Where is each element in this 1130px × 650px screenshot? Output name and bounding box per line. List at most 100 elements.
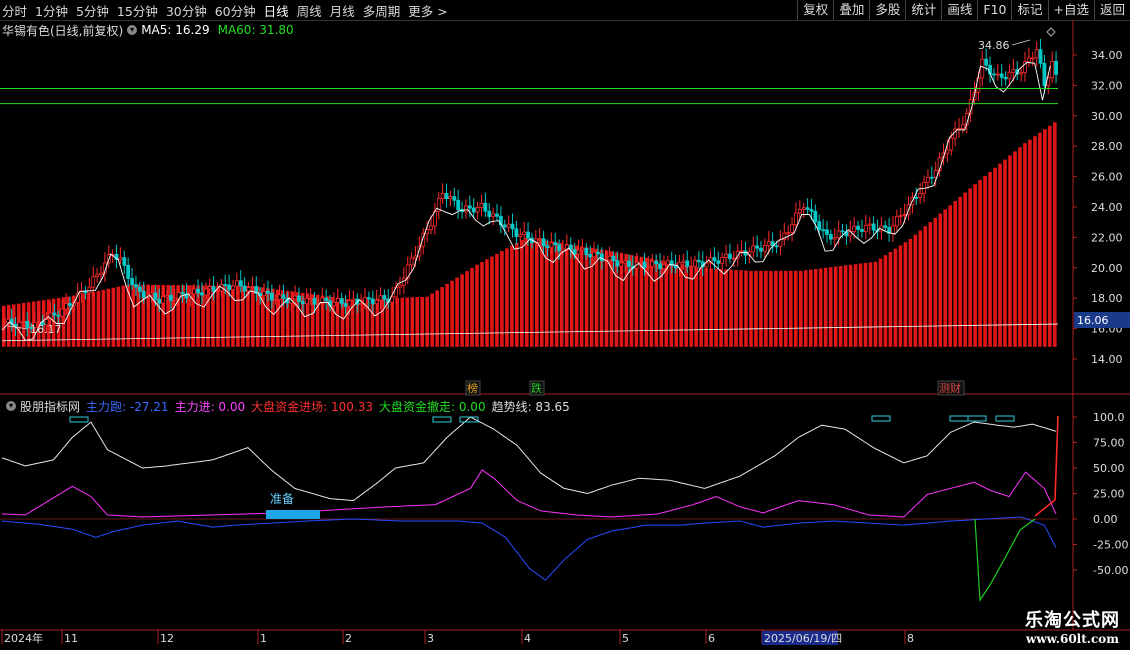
date-label: 1	[260, 632, 267, 645]
candle-body	[99, 272, 103, 276]
red-bar	[868, 262, 873, 347]
candle-body	[828, 234, 833, 240]
candle-body	[662, 264, 666, 269]
red-bar	[918, 230, 923, 347]
candle-body	[999, 73, 1004, 78]
red-bar	[420, 296, 425, 347]
candle-body	[467, 205, 472, 209]
candle-body	[335, 298, 340, 303]
candle-body	[308, 297, 313, 300]
red-bar	[530, 238, 534, 347]
high-pointer	[1011, 39, 1031, 46]
candle-body	[332, 301, 336, 307]
low-label: 16.17	[30, 323, 62, 336]
candle-body	[479, 202, 484, 208]
candle-body	[863, 224, 868, 232]
red-bar	[1038, 132, 1042, 347]
red-bar	[639, 256, 644, 347]
red-bar	[515, 242, 519, 347]
event-tag: 测财	[939, 381, 961, 395]
red-bar	[111, 287, 116, 347]
red-bar	[594, 248, 599, 347]
candle-body	[91, 276, 96, 288]
candle-body	[273, 299, 278, 302]
candle-body	[483, 202, 488, 212]
red-bar	[928, 222, 933, 347]
candle-body	[141, 291, 146, 298]
candle-body	[149, 292, 154, 296]
red-bar	[729, 269, 733, 347]
red-bar	[913, 234, 918, 347]
price-tick-label: 18.00	[1091, 292, 1123, 305]
signal-box	[69, 416, 89, 423]
date-label: 4	[524, 632, 531, 645]
red-bar	[988, 171, 992, 347]
kline-chart: 34.0032.0030.0028.0026.0024.0022.0020.00…	[0, 20, 1130, 645]
red-bar	[953, 201, 957, 347]
red-bar	[779, 270, 783, 347]
red-bar	[724, 269, 728, 347]
red-bar	[470, 267, 474, 347]
candle-body	[211, 286, 216, 292]
candle-body	[832, 237, 837, 240]
red-bar	[121, 285, 126, 347]
candle-body	[623, 260, 628, 264]
watermark-title: 乐淘公式网	[1025, 610, 1120, 631]
red-bar	[395, 297, 400, 347]
candle-body	[339, 298, 344, 304]
red-bar	[704, 268, 708, 347]
date-label: 11	[64, 632, 78, 645]
candle-body	[347, 300, 352, 307]
price-tick-label: 26.00	[1091, 171, 1123, 184]
candle-body	[207, 286, 212, 290]
price-tag-text: 16.06	[1077, 314, 1109, 327]
red-bar	[858, 263, 863, 347]
candle-body	[658, 263, 662, 269]
candle-body	[281, 294, 286, 299]
candle-body	[506, 223, 511, 228]
diamond-icon	[1046, 27, 1056, 37]
candle-body	[949, 137, 954, 151]
candle-body	[588, 254, 593, 258]
candle-body	[724, 253, 728, 258]
red-bar	[480, 262, 484, 347]
red-bar	[679, 264, 684, 347]
red-bar	[784, 270, 788, 347]
candle-body	[576, 249, 581, 255]
signal-box	[949, 415, 969, 422]
candle-body	[134, 284, 138, 288]
candle-body	[646, 266, 651, 269]
candle-body	[487, 210, 492, 217]
date-label: 2025/06/19/四	[764, 632, 842, 645]
red-bar	[455, 277, 459, 347]
candle-body	[619, 262, 624, 267]
candle-body	[914, 197, 919, 199]
candle-body	[596, 251, 600, 255]
candle-body	[2, 322, 6, 324]
red-bar	[405, 297, 410, 347]
candle-body	[165, 294, 169, 298]
candle-body	[1003, 76, 1008, 80]
candle-body	[444, 193, 449, 200]
red-bar	[863, 262, 868, 347]
red-bar	[1048, 125, 1052, 347]
candle-body	[537, 238, 542, 241]
candle-body	[665, 260, 670, 266]
signal-box	[967, 415, 987, 422]
red-bar	[131, 284, 136, 347]
candle-body	[440, 193, 445, 199]
candle-body	[929, 176, 934, 179]
candle-body	[774, 245, 779, 248]
candle-body	[805, 207, 810, 210]
event-tag: 跌	[531, 381, 542, 395]
candle-body	[398, 284, 402, 288]
red-bar	[1043, 129, 1047, 347]
candle-body	[731, 257, 736, 260]
red-bar	[694, 266, 698, 347]
date-label: 5	[622, 632, 629, 645]
red-bar	[798, 270, 803, 347]
candle-body	[696, 259, 701, 263]
candle-body	[580, 247, 585, 251]
red-bar	[435, 290, 439, 347]
candle-body	[246, 287, 251, 292]
